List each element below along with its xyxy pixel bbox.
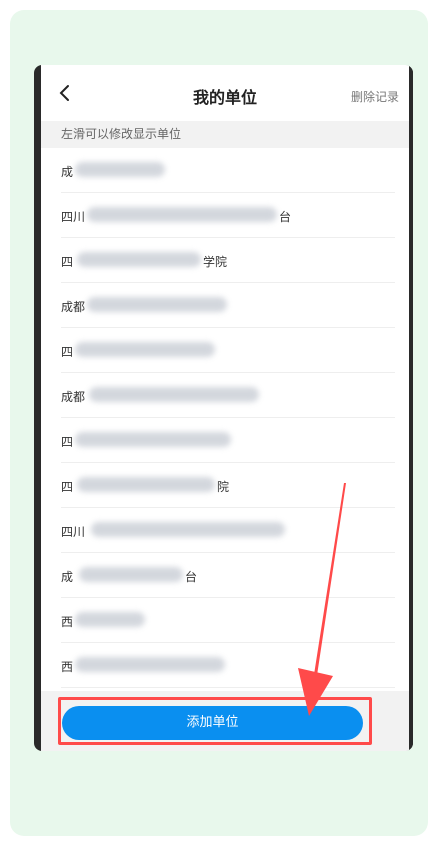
item-prefix: 西 bbox=[61, 615, 74, 629]
swipe-hint: 左滑可以修改显示单位 bbox=[41, 121, 409, 148]
unit-list: 成 四川 台 四 学院 成都 四 成都 四 四 院 四川 成 台 西 西 bbox=[41, 148, 409, 688]
item-prefix: 四川 bbox=[61, 525, 86, 539]
nav-bar: 我的单位 删除记录 bbox=[41, 65, 409, 121]
item-prefix: 成 bbox=[61, 165, 74, 179]
phone-frame: 我的单位 删除记录 左滑可以修改显示单位 成 四川 台 四 学院 成都 四 成都… bbox=[34, 65, 413, 751]
redacted-text bbox=[87, 207, 277, 222]
list-item[interactable]: 成 bbox=[61, 148, 395, 193]
add-unit-button[interactable]: 添加单位 bbox=[62, 706, 363, 740]
redacted-text bbox=[77, 252, 201, 267]
right-edge bbox=[409, 65, 413, 751]
list-item[interactable]: 四 bbox=[61, 328, 395, 373]
item-prefix: 四 bbox=[61, 435, 74, 449]
item-prefix: 西 bbox=[61, 660, 74, 674]
delete-records-button[interactable]: 删除记录 bbox=[351, 88, 399, 105]
item-suffix: 台 bbox=[185, 570, 198, 584]
item-prefix: 四 bbox=[61, 345, 74, 359]
list-item[interactable]: 四川 台 bbox=[61, 193, 395, 238]
list-item[interactable]: 成都 bbox=[61, 283, 395, 328]
list-item[interactable]: 成都 bbox=[61, 373, 395, 418]
item-suffix: 学院 bbox=[203, 255, 228, 269]
redacted-text bbox=[89, 387, 259, 402]
redacted-text bbox=[75, 612, 145, 627]
item-prefix: 成 bbox=[61, 570, 74, 584]
redacted-text bbox=[75, 162, 165, 177]
redacted-text bbox=[91, 522, 285, 537]
item-prefix: 成都 bbox=[61, 390, 86, 404]
list-item[interactable]: 四 bbox=[61, 418, 395, 463]
list-item[interactable]: 四川 bbox=[61, 508, 395, 553]
item-prefix: 四 bbox=[61, 255, 74, 269]
back-arrow-icon[interactable] bbox=[55, 83, 75, 103]
redacted-text bbox=[87, 297, 227, 312]
item-suffix: 台 bbox=[279, 210, 292, 224]
redacted-text bbox=[79, 567, 183, 582]
list-item[interactable]: 四 院 bbox=[61, 463, 395, 508]
app-screen: 我的单位 删除记录 左滑可以修改显示单位 成 四川 台 四 学院 成都 四 成都… bbox=[41, 65, 409, 751]
redacted-text bbox=[75, 432, 231, 447]
list-item[interactable]: 西 bbox=[61, 598, 395, 643]
redacted-text bbox=[75, 657, 225, 672]
item-suffix: 院 bbox=[217, 480, 230, 494]
redacted-text bbox=[77, 477, 215, 492]
redacted-text bbox=[75, 342, 215, 357]
item-prefix: 成都 bbox=[61, 300, 86, 314]
item-prefix: 四 bbox=[61, 480, 74, 494]
list-item[interactable]: 成 台 bbox=[61, 553, 395, 598]
list-item[interactable]: 四 学院 bbox=[61, 238, 395, 283]
item-prefix: 四川 bbox=[61, 210, 86, 224]
list-item[interactable]: 西 bbox=[61, 643, 395, 688]
